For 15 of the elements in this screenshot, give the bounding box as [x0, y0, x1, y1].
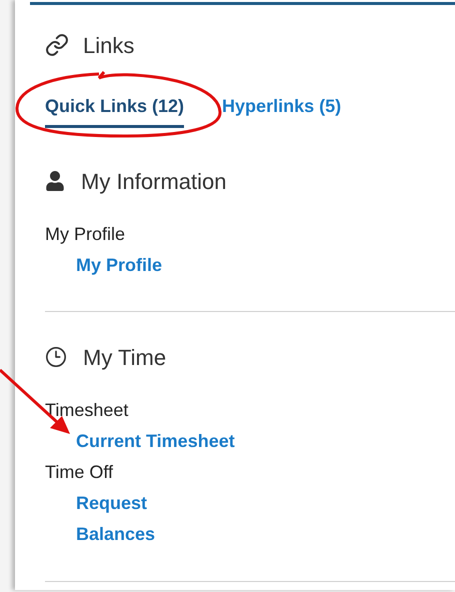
group-label: Time Off	[45, 461, 114, 484]
link[interactable]: Request	[76, 488, 148, 519]
clock-icon	[45, 346, 67, 368]
person-icon	[45, 171, 65, 191]
section-title: My Time	[83, 344, 166, 372]
link-icon	[45, 33, 69, 57]
link[interactable]: Current Timesheet	[76, 426, 235, 457]
tab[interactable]: Hyperlinks (5)	[222, 92, 342, 128]
tab[interactable]: Quick Links (12)	[45, 92, 184, 128]
link[interactable]: My Profile	[76, 250, 162, 281]
section-title: My Information	[81, 168, 226, 196]
section-title: Links	[83, 32, 134, 60]
group-label: My Profile	[45, 223, 126, 246]
group-label: Timesheet	[45, 399, 128, 422]
link[interactable]: Balances	[76, 519, 156, 550]
